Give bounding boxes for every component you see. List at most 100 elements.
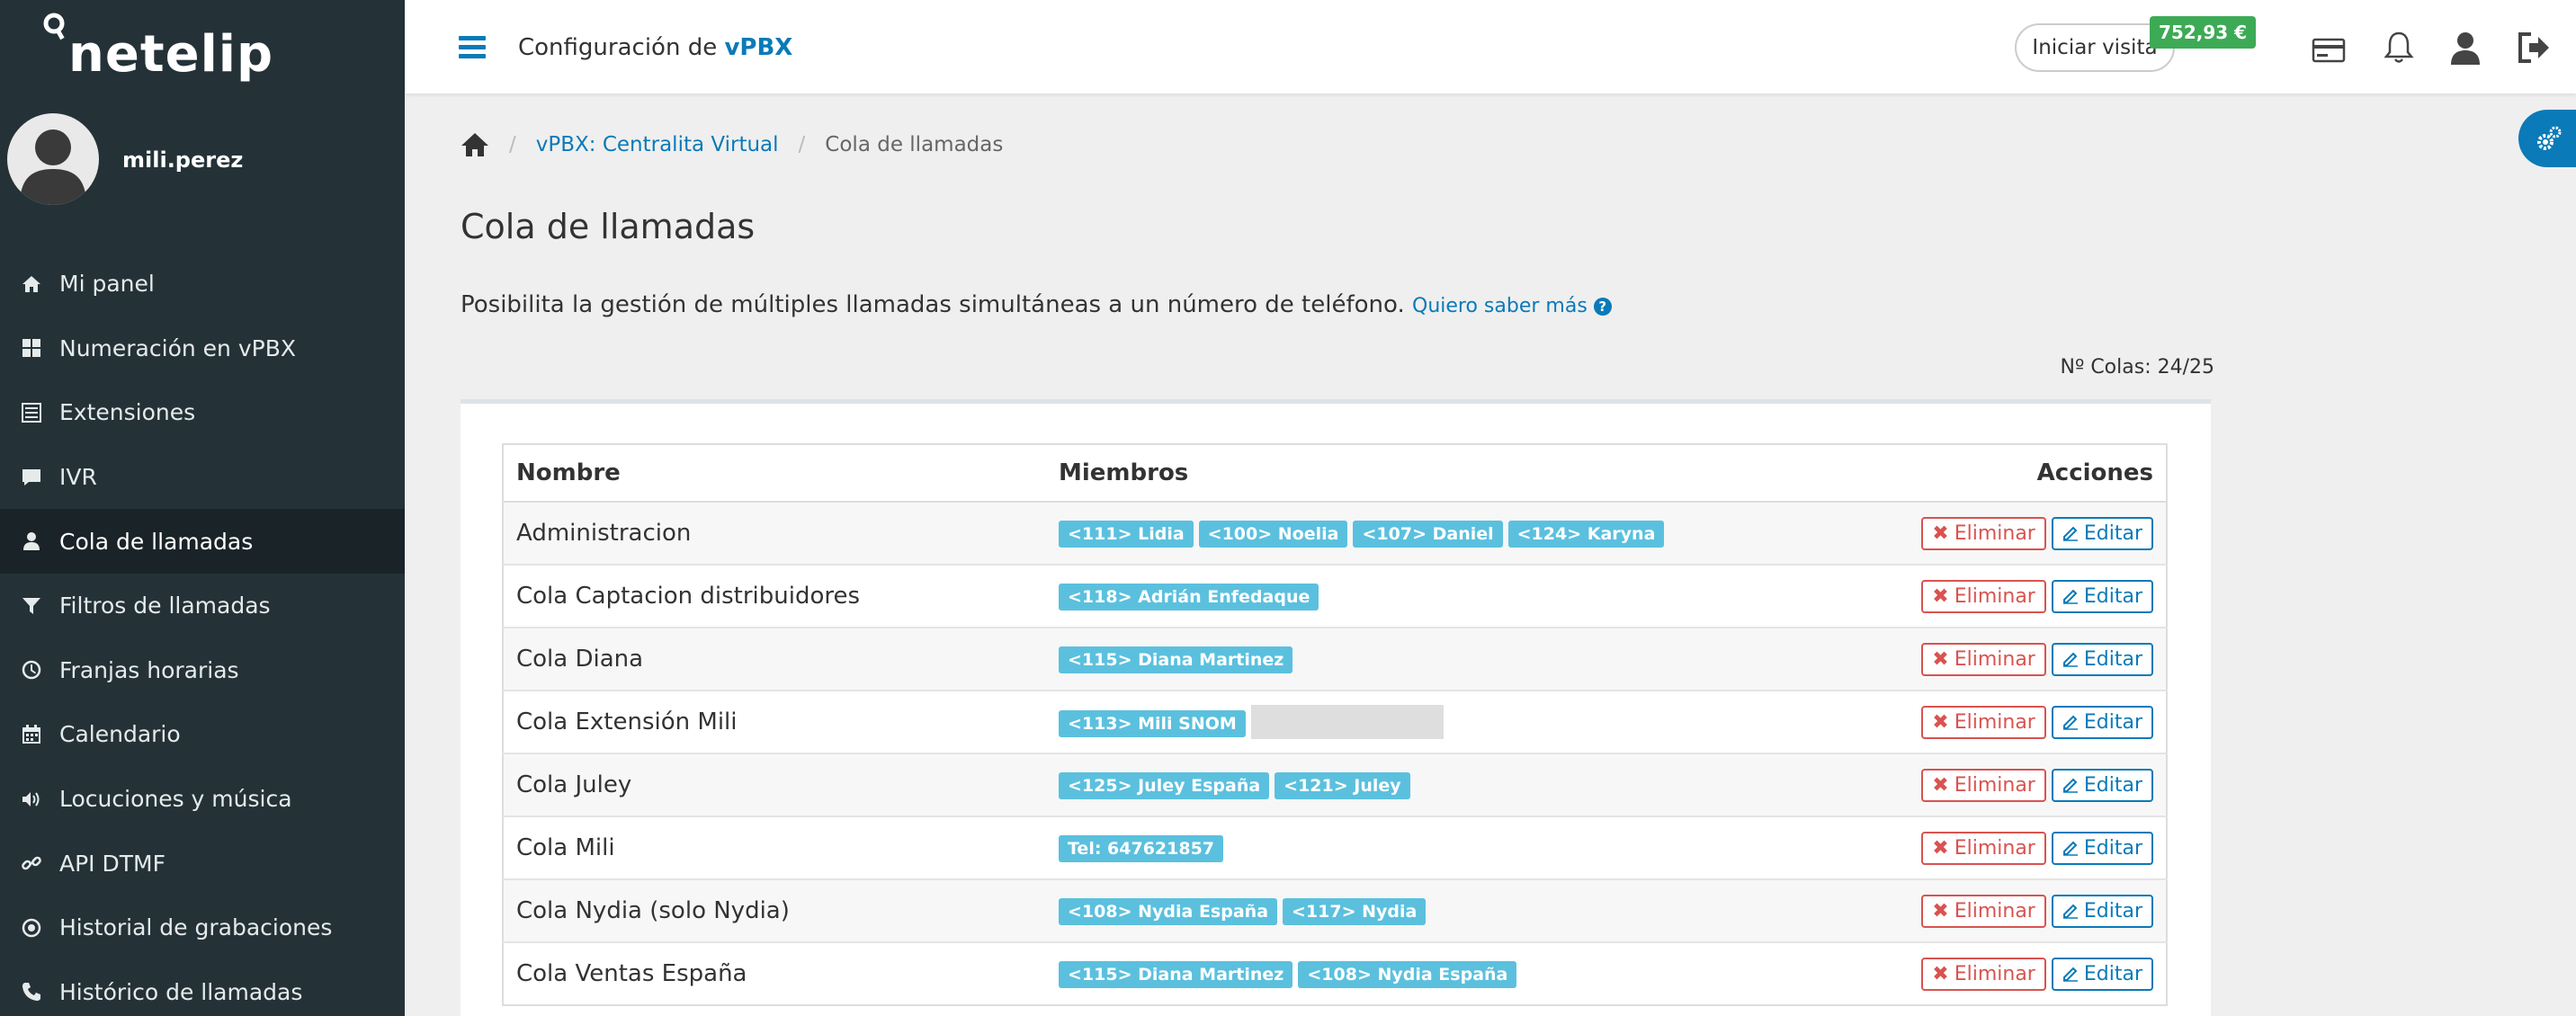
edit-button[interactable]: Editar — [2051, 957, 2153, 991]
member-badge: <121> Juley — [1275, 772, 1410, 799]
sidebar-item-ivr[interactable]: IVR — [0, 445, 405, 510]
learn-more-link[interactable]: Quiero saber más ? — [1412, 295, 1612, 317]
queue-members: <113> Mili SNOM — [1046, 690, 1856, 753]
sidebar-item-label: Extensiones — [59, 399, 196, 426]
table-row: Cola Juley <125> Juley España <121> Juley ✖… — [503, 753, 2167, 816]
sidebar-item-calendario[interactable]: Calendario — [0, 702, 405, 767]
edit-button[interactable]: Editar — [2051, 705, 2153, 739]
clock-icon — [20, 658, 43, 682]
delete-button[interactable]: ✖ Eliminar — [1921, 642, 2046, 676]
row-actions: ✖ Eliminar Editar — [1856, 753, 2167, 816]
header-title-prefix: Configuración de — [518, 34, 718, 61]
edit-button[interactable]: Editar — [2051, 768, 2153, 802]
member-badge: <115> Diana Martinez — [1059, 961, 1293, 988]
avatar — [7, 113, 99, 205]
row-actions: ✖ Eliminar Editar — [1856, 627, 2167, 691]
queue-name: Cola Mili — [503, 815, 1046, 879]
sidebar-item-label: Numeración en vPBX — [59, 334, 296, 361]
home-icon[interactable] — [461, 131, 489, 158]
netelip-logo[interactable]: netelip — [41, 11, 293, 84]
wallet-icon[interactable] — [2310, 29, 2348, 67]
sidebar: netelip mili.perez Mi panel Numeración e… — [0, 0, 405, 1016]
sidebar-item-label: Filtros de llamadas — [59, 593, 271, 619]
delete-button[interactable]: ✖ Eliminar — [1921, 579, 2046, 613]
member-badge: <117> Nydia — [1283, 898, 1427, 925]
pencil-icon — [2062, 967, 2078, 982]
member-badge: <108> Nydia España — [1059, 898, 1278, 925]
table-row: Cola Nydia (solo Nydia) <108> Nydia Españ… — [503, 878, 2167, 942]
user-profile[interactable]: mili.perez — [7, 113, 394, 207]
queue-name: Cola Ventas España — [503, 941, 1046, 1005]
pencil-icon — [2062, 904, 2078, 919]
queue-name: Cola Juley — [503, 753, 1046, 816]
location-pin-icon — [43, 13, 65, 40]
queue-members: <108> Nydia España <117> Nydia — [1046, 878, 1856, 942]
pencil-icon — [2062, 715, 2078, 730]
sidebar-item-filtros[interactable]: Filtros de llamadas — [0, 574, 405, 638]
delete-button[interactable]: ✖ Eliminar — [1921, 705, 2046, 739]
table-row: Cola Mili Tel: 647621857 ✖ Eliminar Editar — [503, 815, 2167, 879]
delete-button[interactable]: ✖ Eliminar — [1921, 957, 2046, 991]
breadcrumb-link-vpbx[interactable]: vPBX: Centralita Virtual — [536, 133, 779, 156]
edit-button[interactable]: Editar — [2051, 831, 2153, 865]
user-account-icon[interactable] — [2446, 29, 2484, 67]
row-actions: ✖ Eliminar Editar — [1856, 690, 2167, 753]
delete-button[interactable]: ✖ Eliminar — [1921, 894, 2046, 928]
table-row: Cola Diana <115> Diana Martinez ✖ Eliminar E… — [503, 627, 2167, 691]
queue-members: <115> Diana Martinez <108> Nydia España — [1046, 941, 1856, 1005]
pencil-icon — [2062, 526, 2078, 541]
bell-icon[interactable] — [2380, 29, 2418, 67]
close-icon: ✖ — [1932, 710, 1949, 734]
logout-icon[interactable] — [2515, 29, 2553, 67]
sidebar-item-cola-de-llamadas[interactable]: Cola de llamadas — [0, 509, 405, 574]
settings-panel-toggle[interactable] — [2518, 110, 2576, 167]
balance-badge[interactable]: 752,93 € — [2150, 16, 2257, 49]
sidebar-item-grabaciones[interactable]: Historial de grabaciones — [0, 896, 405, 960]
queue-name: Administracion — [503, 501, 1046, 565]
member-badge: <107> Daniel — [1353, 521, 1503, 548]
breadcrumb-current: Cola de llamadas — [825, 133, 1004, 156]
sidebar-item-label: Franjas horarias — [59, 656, 239, 683]
sidebar-item-mi-panel[interactable]: Mi panel — [0, 252, 405, 316]
pencil-icon — [2062, 841, 2078, 856]
edit-button[interactable]: Editar — [2051, 579, 2153, 613]
sidebar-item-locuciones[interactable]: Locuciones y música — [0, 767, 405, 832]
member-badge: <118> Adrián Enfedaque — [1059, 584, 1319, 610]
row-actions: ✖ Eliminar Editar — [1856, 878, 2167, 942]
member-badge: <100> Noelia — [1198, 521, 1348, 548]
close-icon: ✖ — [1932, 584, 1949, 608]
delete-button[interactable]: ✖ Eliminar — [1921, 768, 2046, 802]
queue-members: <118> Adrián Enfedaque — [1046, 564, 1856, 628]
delete-button[interactable]: ✖ Eliminar — [1921, 831, 2046, 865]
member-badge: <113> Mili SNOM — [1059, 709, 1246, 737]
edit-button[interactable]: Editar — [2051, 516, 2153, 550]
sidebar-item-franjas[interactable]: Franjas horarias — [0, 638, 405, 703]
pencil-icon — [2062, 652, 2078, 667]
edit-button[interactable]: Editar — [2051, 894, 2153, 928]
queue-count: Nº Colas: 24/25 — [2060, 356, 2215, 379]
close-icon: ✖ — [1932, 836, 1949, 860]
sidebar-nav: Mi panel Numeración en vPBX Extensiones … — [0, 252, 405, 1016]
column-header-name[interactable]: Nombre — [503, 444, 1046, 503]
comment-icon — [20, 466, 43, 489]
queue-name: Cola Captacion distribuidores — [503, 564, 1046, 628]
redacted-member — [1250, 705, 1444, 739]
top-bar: Configuración de vPBX Iniciar visita 752… — [405, 0, 2576, 94]
sidebar-item-numeracion[interactable]: Numeración en vPBX — [0, 316, 405, 381]
close-icon: ✖ — [1932, 521, 1949, 545]
gears-icon — [2537, 126, 2562, 150]
sidebar-item-extensiones[interactable]: Extensiones — [0, 380, 405, 445]
sidebar-item-historico[interactable]: Histórico de llamadas — [0, 960, 405, 1016]
row-actions: ✖ Eliminar Editar — [1856, 815, 2167, 879]
member-badge: Tel: 647621857 — [1059, 835, 1224, 862]
delete-button[interactable]: ✖ Eliminar — [1921, 516, 2046, 550]
sidebar-item-api-dtmf[interactable]: API DTMF — [0, 831, 405, 896]
menu-toggle-icon[interactable] — [459, 36, 486, 59]
member-badge: <111> Lidia — [1059, 521, 1194, 548]
queues-table: Nombre Miembros Acciones Administracion <… — [502, 443, 2168, 1006]
volume-icon — [20, 788, 43, 811]
pencil-icon — [2062, 589, 2078, 604]
member-badge: <115> Diana Martinez — [1059, 646, 1293, 673]
edit-button[interactable]: Editar — [2051, 642, 2153, 676]
row-actions: ✖ Eliminar Editar — [1856, 501, 2167, 565]
